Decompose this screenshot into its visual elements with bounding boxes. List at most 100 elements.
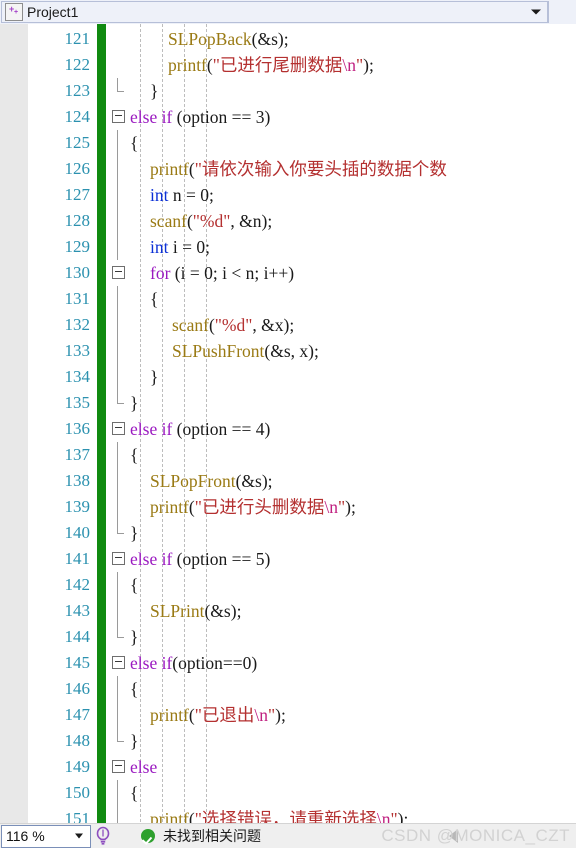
line-number: 143 <box>64 601 91 620</box>
line-number: 129 <box>64 237 91 256</box>
code-line[interactable]: else if (option == 4) <box>130 416 270 442</box>
line-number: 123 <box>64 81 91 100</box>
fold-collapse-icon[interactable] <box>112 552 125 565</box>
line-number: 122 <box>64 55 91 74</box>
fold-line <box>117 572 118 598</box>
line-number: 148 <box>64 731 91 750</box>
line-number: 133 <box>64 341 91 360</box>
line-number: 149 <box>64 757 91 776</box>
code-editor[interactable]: 121 SLPopBack(&s); 122 printf("已进行尾删数据\n");… <box>0 24 576 824</box>
fold-line <box>117 468 118 494</box>
code-line[interactable]: scanf("%d", &x); <box>172 312 294 338</box>
code-line[interactable]: else if (option == 3) <box>130 104 270 130</box>
fold-line <box>117 234 118 260</box>
code-line[interactable]: { <box>130 442 138 468</box>
line-number: 124 <box>64 107 91 126</box>
code-line[interactable]: SLPopFront(&s); <box>150 468 273 494</box>
fold-line <box>117 364 118 390</box>
code-line[interactable]: { <box>150 286 158 312</box>
line-number: 142 <box>64 575 91 594</box>
line-number: 147 <box>64 705 91 724</box>
fold-collapse-icon[interactable] <box>112 760 125 773</box>
fold-line <box>117 676 118 702</box>
fold-line <box>117 338 118 364</box>
code-line[interactable]: { <box>130 572 138 598</box>
fold-line <box>117 182 118 208</box>
zoom-level-value: 116 % <box>6 828 45 844</box>
fold-line <box>117 78 118 91</box>
code-line[interactable]: SLPrint(&s); <box>150 598 241 624</box>
cpp-project-icon: + + <box>5 3 23 21</box>
line-number: 137 <box>64 445 91 464</box>
fold-end-tick <box>117 533 124 534</box>
line-number: 135 <box>64 393 91 412</box>
code-line[interactable]: SLPushFront(&s, x); <box>172 338 319 364</box>
status-bar: 116 % 未找到相关问题 CSDN @MONICA_CZT <box>0 823 576 848</box>
member-selector[interactable] <box>548 1 575 23</box>
line-number: 134 <box>64 367 91 386</box>
code-line[interactable]: { <box>130 676 138 702</box>
project-selector[interactable]: + + Project1 <box>1 1 548 23</box>
fold-line <box>117 598 118 624</box>
fold-end-tick <box>117 403 124 404</box>
code-line[interactable]: int i = 0; <box>150 234 210 260</box>
line-number: 141 <box>64 549 91 568</box>
code-line[interactable]: printf("已进行头删数据\n"); <box>150 494 356 520</box>
line-number: 150 <box>64 783 91 802</box>
fold-line <box>117 286 118 312</box>
code-line[interactable]: } <box>150 364 158 390</box>
error-list-summary[interactable]: 未找到相关问题 CSDN @MONICA_CZT <box>113 824 576 848</box>
fold-end-tick <box>117 741 124 742</box>
fold-line <box>117 624 118 637</box>
line-number: 128 <box>64 211 91 230</box>
code-line[interactable]: } <box>130 624 138 650</box>
watermark-text: CSDN @MONICA_CZT <box>381 826 570 845</box>
fold-line <box>117 520 118 533</box>
code-line[interactable]: scanf("%d", &n); <box>150 208 272 234</box>
fold-collapse-icon[interactable] <box>112 266 125 279</box>
code-line[interactable]: SLPopBack(&s); <box>168 26 289 52</box>
code-line[interactable]: } <box>150 78 158 104</box>
lightbulb-icon[interactable] <box>93 825 113 847</box>
code-line[interactable]: printf("请依次输入你要头插的数据个数 <box>150 156 447 182</box>
code-line[interactable]: int n = 0; <box>150 182 214 208</box>
chevron-down-icon[interactable] <box>75 833 83 839</box>
fold-line <box>117 156 118 182</box>
line-number: 144 <box>64 627 91 646</box>
fold-line <box>117 494 118 520</box>
code-line[interactable]: } <box>130 520 138 546</box>
line-number: 131 <box>64 289 91 308</box>
code-line[interactable]: else if(option==0) <box>130 650 257 676</box>
line-number: 139 <box>64 497 91 516</box>
line-number: 126 <box>64 159 91 178</box>
code-line[interactable]: for (i = 0; i < n; i++) <box>150 260 294 286</box>
code-line[interactable]: else if (option == 5) <box>130 546 270 572</box>
fold-collapse-icon[interactable] <box>112 422 125 435</box>
fold-end-tick <box>117 637 124 638</box>
line-number: 127 <box>64 185 91 204</box>
code-line[interactable]: printf("已退出\n"); <box>150 702 286 728</box>
line-number: 125 <box>64 133 91 152</box>
fold-line <box>117 728 118 741</box>
code-line[interactable]: printf("选择错误，请重新选择\n"); <box>150 806 408 824</box>
code-line[interactable]: printf("已进行尾删数据\n"); <box>168 52 374 78</box>
code-line[interactable]: } <box>130 728 138 754</box>
line-number: 121 <box>64 29 91 48</box>
fold-line <box>117 208 118 234</box>
code-line[interactable]: else <box>130 754 157 780</box>
chevron-down-icon[interactable] <box>531 9 541 15</box>
change-indicator-bar <box>97 24 106 824</box>
line-number: 140 <box>64 523 91 542</box>
fold-collapse-icon[interactable] <box>112 656 125 669</box>
code-line[interactable]: { <box>130 130 138 156</box>
fold-line <box>117 390 118 403</box>
breakpoint-margin[interactable] <box>0 24 28 824</box>
fold-collapse-icon[interactable] <box>112 110 125 123</box>
fold-line <box>117 806 118 824</box>
code-line[interactable]: { <box>130 780 138 806</box>
fold-end-tick <box>117 91 124 92</box>
line-number: 151 <box>64 809 91 824</box>
zoom-level-selector[interactable]: 116 % <box>1 824 91 848</box>
fold-line <box>117 312 118 338</box>
code-line[interactable]: } <box>130 390 138 416</box>
